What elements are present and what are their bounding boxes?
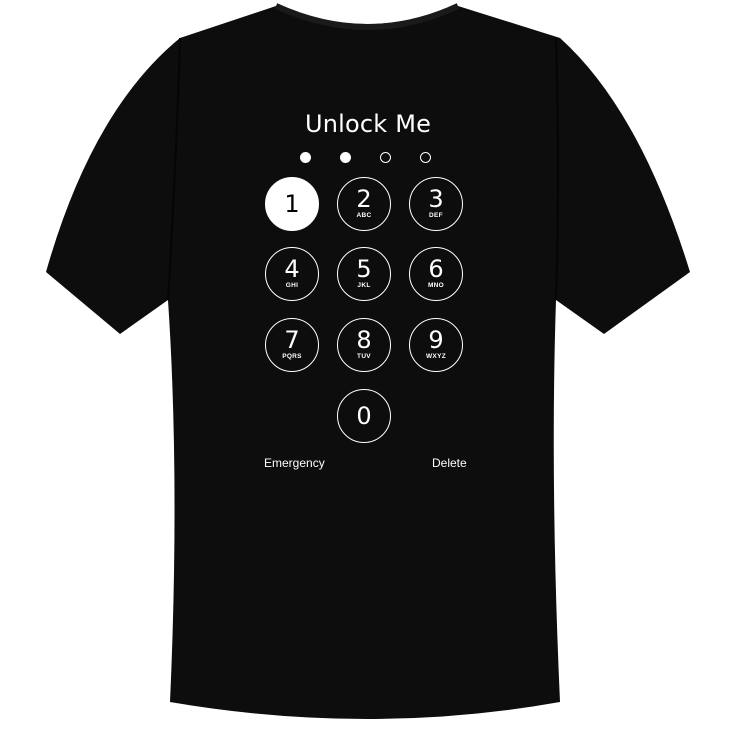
- key-digit: 0: [356, 402, 372, 430]
- passcode-dot: [380, 152, 391, 163]
- passcode-dots: [296, 152, 436, 166]
- key-digit: 2: [356, 185, 372, 213]
- key-letters: MNO: [427, 282, 445, 289]
- emergency-button[interactable]: Emergency: [264, 456, 325, 470]
- keypad-key-4[interactable]: 4 GHI: [265, 247, 319, 301]
- lockscreen-print: Unlock Me 1 2 ABC 3 DEF 4 GHI 5 JKL 6 MN…: [0, 0, 736, 736]
- key-letters: DEF: [429, 212, 443, 219]
- key-letters: TUV: [357, 353, 371, 360]
- key-letters: GHI: [285, 282, 299, 289]
- key-digit: 1: [284, 190, 300, 218]
- keypad-key-3[interactable]: 3 DEF: [409, 177, 463, 231]
- passcode-dot: [340, 152, 351, 163]
- keypad-key-8[interactable]: 8 TUV: [337, 318, 391, 372]
- keypad-key-0[interactable]: 0: [337, 389, 391, 443]
- keypad-key-7[interactable]: 7 PQRS: [265, 318, 319, 372]
- key-digit: 8: [356, 326, 372, 354]
- key-letters: WXYZ: [426, 353, 446, 360]
- keypad-key-9[interactable]: 9 WXYZ: [409, 318, 463, 372]
- delete-button[interactable]: Delete: [432, 456, 467, 470]
- key-digit: 3: [428, 185, 444, 213]
- key-digit: 4: [284, 255, 300, 283]
- passcode-dot: [300, 152, 311, 163]
- keypad-key-5[interactable]: 5 JKL: [337, 247, 391, 301]
- keypad-key-2[interactable]: 2 ABC: [337, 177, 391, 231]
- key-digit: 7: [284, 326, 300, 354]
- key-letters: ABC: [356, 212, 372, 219]
- page-title: Unlock Me: [304, 110, 432, 138]
- key-digit: 5: [356, 255, 372, 283]
- key-letters: PQRS: [282, 353, 302, 360]
- passcode-dot: [420, 152, 431, 163]
- key-letters: JKL: [357, 282, 371, 289]
- key-digit: 9: [428, 326, 444, 354]
- key-digit: 6: [428, 255, 444, 283]
- keypad-key-1[interactable]: 1: [265, 177, 319, 231]
- keypad-key-6[interactable]: 6 MNO: [409, 247, 463, 301]
